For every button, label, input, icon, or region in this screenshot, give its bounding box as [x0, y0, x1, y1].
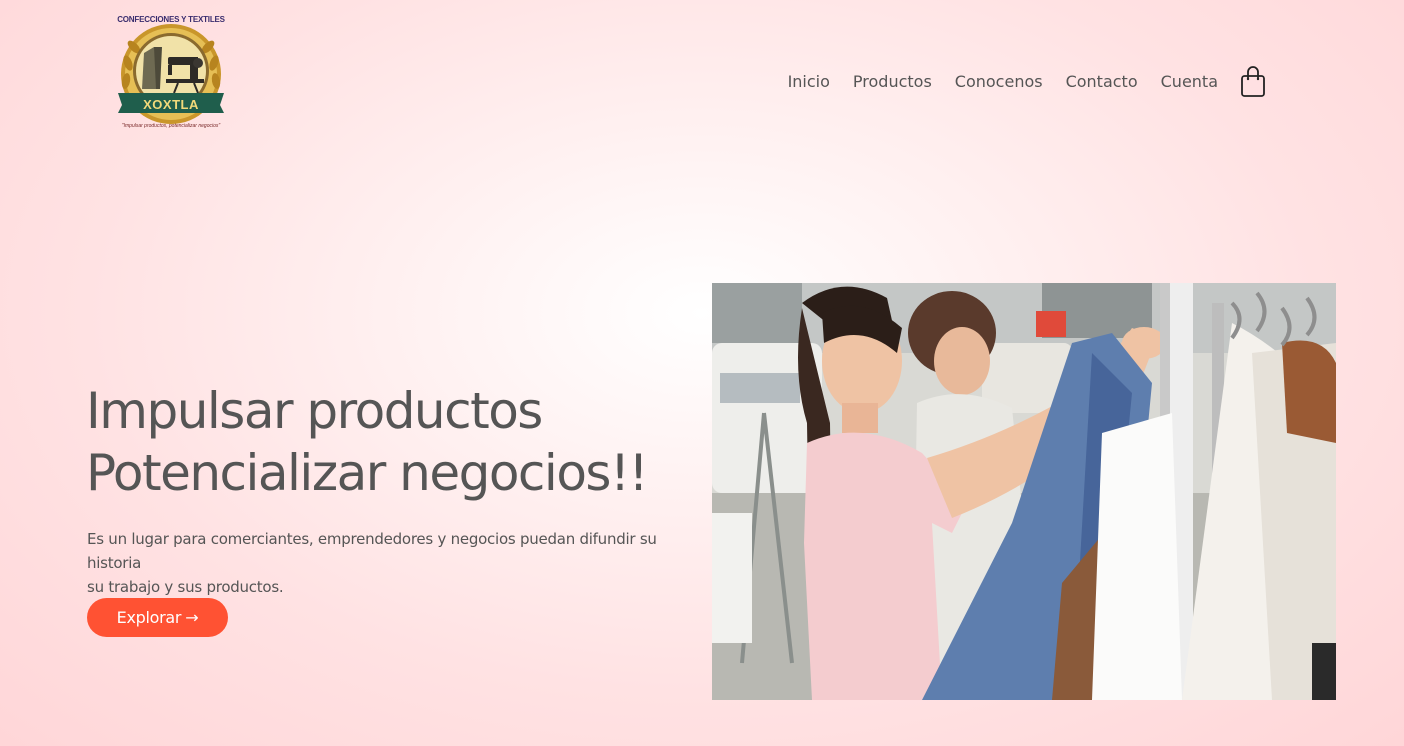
- nav-link-contacto[interactable]: Contacto: [1066, 69, 1138, 95]
- hero-description-line-1: Es un lugar para comerciantes, emprended…: [87, 530, 657, 572]
- brand-slogan: "Impulsar productos, potencializar negoc…: [121, 123, 221, 129]
- nav-link-inicio[interactable]: Inicio: [788, 69, 830, 95]
- brand-logo[interactable]: CONFECCIONES Y TEXTILES XOXTLA "Impulsar…: [112, 12, 230, 136]
- main-nav: Inicio Productos Conocenos Contacto Cuen…: [788, 66, 1266, 98]
- hero-title-line-1: Impulsar productos: [86, 382, 543, 440]
- brand-emblem-icon: XOXTLA: [118, 24, 224, 124]
- hero-description-line-2: su trabajo y sus productos.: [87, 578, 284, 596]
- hero-title: Impulsar productos Potencializar negocio…: [86, 380, 649, 504]
- nav-link-cuenta[interactable]: Cuenta: [1161, 69, 1218, 95]
- hero-title-line-2: Potencializar negocios!!: [86, 444, 649, 502]
- shopping-bag-icon[interactable]: [1240, 66, 1266, 98]
- hero-description: Es un lugar para comerciantes, emprended…: [87, 527, 683, 599]
- explore-button[interactable]: Explorar →: [87, 598, 228, 637]
- arrow-right-icon: →: [185, 608, 199, 627]
- hero-photo-illustration: [712, 283, 1336, 700]
- nav-link-conocenos[interactable]: Conocenos: [955, 69, 1043, 95]
- hero-photo: [712, 283, 1336, 700]
- nav-link-productos[interactable]: Productos: [853, 69, 932, 95]
- explore-button-label: Explorar: [116, 608, 182, 627]
- brand-name: XOXTLA: [143, 97, 199, 112]
